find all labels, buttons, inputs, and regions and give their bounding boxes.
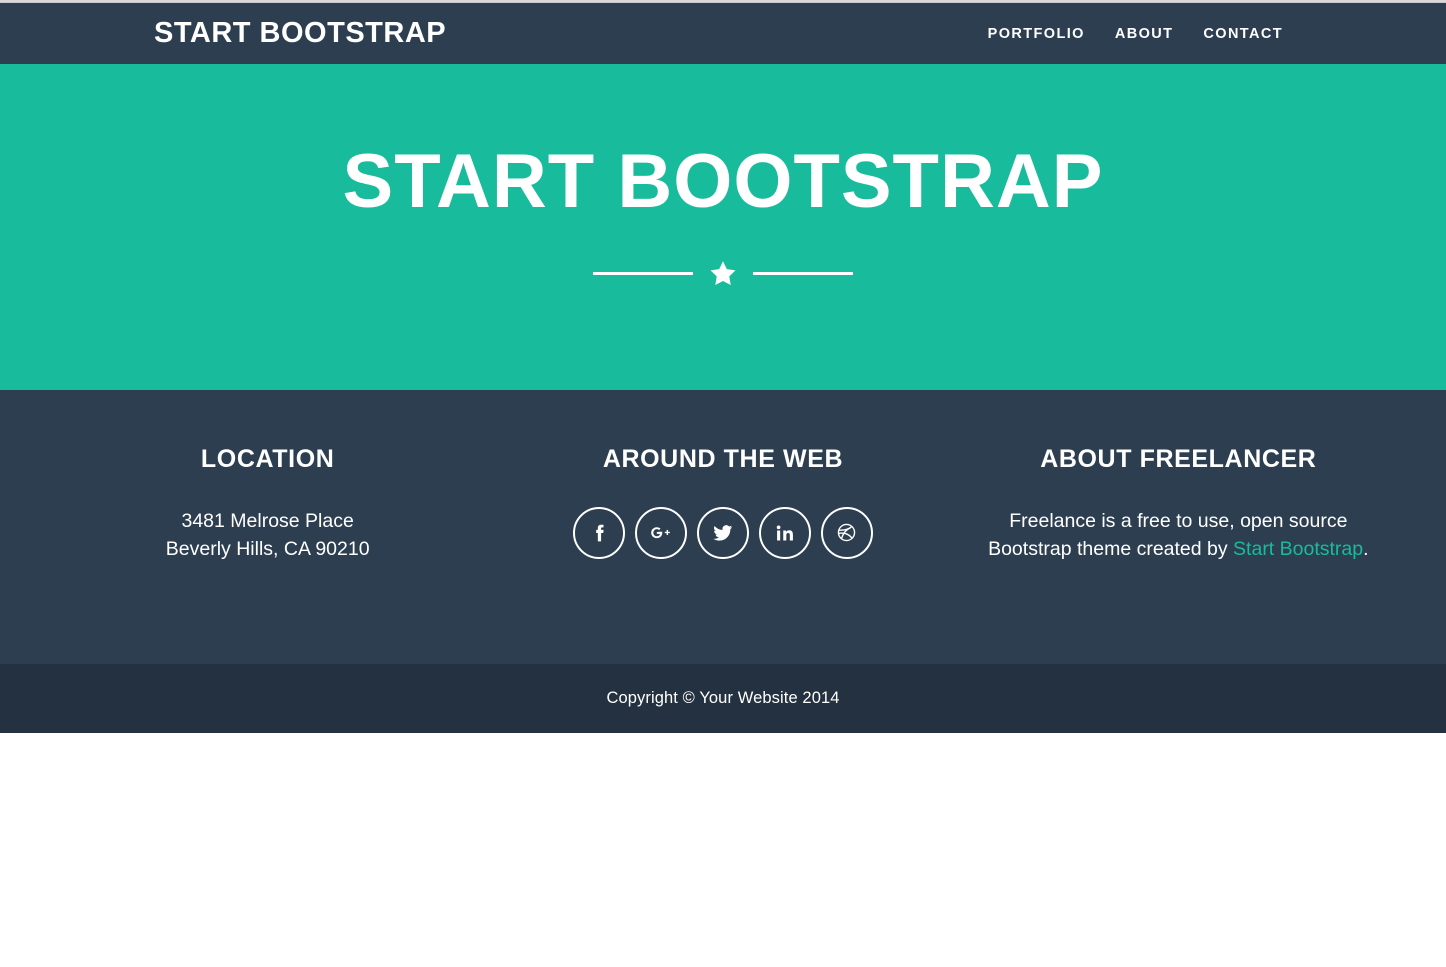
copyright-bar: Copyright © Your Website 2014	[0, 664, 1446, 733]
footer-columns: Location 3481 Melrose Place Beverly Hill…	[0, 445, 1446, 565]
page-root: Start Bootstrap Portfolio About Contact …	[0, 0, 1446, 967]
location-address: 3481 Melrose Place Beverly Hills, CA 902…	[55, 507, 480, 565]
google-plus-icon[interactable]	[634, 506, 687, 559]
footer-section: Location 3481 Melrose Place Beverly Hill…	[0, 390, 1446, 664]
social-heading: Around the Web	[602, 445, 844, 473]
divider-line-left	[593, 272, 693, 276]
nav-link-contact[interactable]: Contact	[1188, 16, 1298, 52]
page-blank-area	[0, 733, 1446, 967]
linkedin-icon[interactable]	[758, 506, 811, 559]
copyright-text: Copyright © Your Website 2014	[606, 689, 840, 707]
nav-link-about[interactable]: About	[1100, 16, 1189, 52]
location-address-line2: Beverly Hills, CA 90210	[165, 538, 370, 561]
location-heading: Location	[200, 445, 335, 473]
about-text: Freelance is a free to use, open source …	[966, 507, 1391, 565]
footer-column-about: About Freelancer Freelance is a free to …	[951, 445, 1406, 565]
nav-link-portfolio[interactable]: Portfolio	[973, 16, 1100, 52]
footer-column-location: Location 3481 Melrose Place Beverly Hill…	[40, 445, 495, 565]
about-text-after: .	[1363, 538, 1369, 561]
hero-title: Start Bootstrap	[342, 139, 1104, 224]
location-address-line1: 3481 Melrose Place	[181, 509, 354, 532]
start-bootstrap-link[interactable]: Start Bootstrap	[1233, 538, 1363, 560]
navbar-brand[interactable]: Start Bootstrap	[154, 19, 446, 48]
dribbble-icon[interactable]	[820, 506, 873, 559]
facebook-icon[interactable]	[572, 506, 625, 559]
hero-divider	[593, 259, 853, 289]
navbar-links: Portfolio About Contact	[973, 16, 1298, 52]
hero-section: Start Bootstrap	[0, 64, 1446, 390]
footer-column-social: Around the Web	[495, 445, 950, 564]
social-links-row	[510, 506, 935, 559]
about-heading: About Freelancer	[1040, 445, 1317, 473]
twitter-icon[interactable]	[696, 506, 749, 559]
star-icon	[707, 259, 739, 289]
divider-line-right	[753, 272, 853, 276]
main-navbar: Start Bootstrap Portfolio About Contact	[0, 3, 1446, 64]
